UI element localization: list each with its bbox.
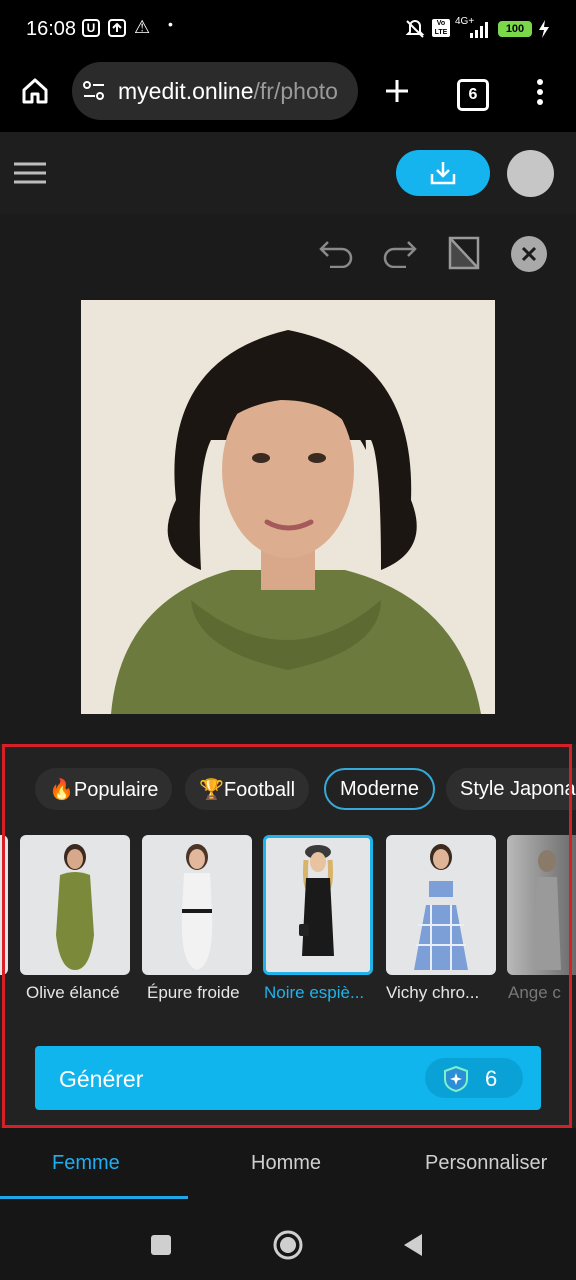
portrait-image	[81, 300, 495, 714]
charging-icon	[539, 20, 549, 38]
u-app-icon: U	[82, 19, 100, 37]
tab-personnaliser[interactable]: Personnaliser	[425, 1152, 547, 1175]
battery-icon: 100	[498, 21, 532, 37]
uploaded-photo	[81, 300, 495, 714]
back-nav-icon[interactable]	[402, 1233, 424, 1257]
url-bar[interactable]: myedit.online/fr/photo	[72, 62, 358, 120]
more-options-icon[interactable]	[536, 78, 544, 106]
home-icon[interactable]	[20, 76, 50, 106]
battery-level: 100	[505, 23, 525, 35]
download-icon	[430, 162, 456, 185]
tab-femme[interactable]: Femme	[52, 1152, 120, 1175]
compare-icon[interactable]	[448, 236, 480, 270]
url-domain: myedit.online	[118, 78, 254, 104]
volte-icon: Vo LTE	[432, 19, 450, 37]
close-icon	[521, 246, 537, 262]
redo-icon[interactable]	[382, 238, 418, 268]
new-tab-icon[interactable]	[384, 78, 410, 104]
url-path: /fr/photo	[253, 78, 338, 104]
home-nav-icon[interactable]	[272, 1229, 304, 1261]
site-settings-icon[interactable]	[82, 80, 106, 102]
notification-dot-icon: •	[168, 16, 173, 32]
avatar[interactable]	[507, 150, 554, 197]
tab-homme[interactable]: Homme	[251, 1152, 321, 1175]
mute-icon	[405, 20, 425, 38]
recent-apps-icon[interactable]	[151, 1235, 171, 1255]
highlight-box	[2, 744, 572, 1128]
active-tab-indicator	[0, 1196, 188, 1199]
status-time: 16:08	[26, 18, 77, 40]
signal-icon	[470, 22, 488, 38]
url-text: myedit.online/fr/photo	[118, 78, 338, 105]
tab-count: 6	[468, 86, 478, 103]
upload-notification-icon	[108, 19, 126, 37]
download-button[interactable]	[396, 150, 490, 196]
undo-icon[interactable]	[318, 238, 354, 268]
warning-icon: ⚠	[134, 17, 151, 37]
u-icon-letter: U	[86, 21, 96, 35]
tab-switcher-button[interactable]: 6	[457, 79, 489, 111]
close-button[interactable]	[511, 236, 547, 272]
hamburger-menu-icon[interactable]	[14, 162, 46, 184]
status-bar: 16:08 U ⚠ • Vo LTE 4G+ 100	[0, 0, 576, 60]
